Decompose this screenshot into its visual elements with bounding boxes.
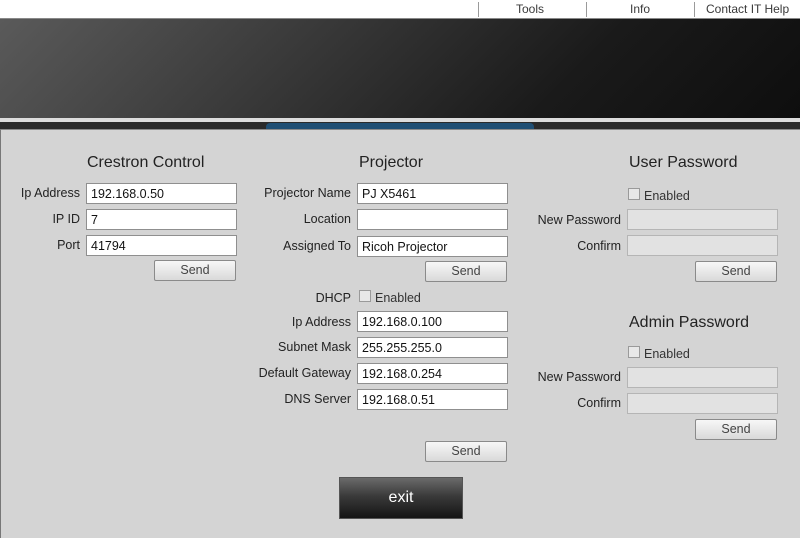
projector-location-input[interactable] [357,209,508,230]
projector-ip-input[interactable] [357,311,508,332]
nav-tools-link[interactable]: Tools [516,2,544,16]
dhcp-label: DHCP [315,291,351,305]
crestron-port-label: Port [57,238,80,252]
nav-info-link[interactable]: Info [630,2,650,16]
crestron-ipid-input[interactable] [86,209,237,230]
admin-new-password-label: New Password [537,370,621,384]
user-password-send-button[interactable]: Send [695,261,777,282]
user-password-enabled-checkbox[interactable] [628,188,640,200]
dhcp-enabled-label: Enabled [375,291,421,305]
dhcp-enabled-checkbox[interactable] [359,290,371,302]
nav-divider [478,2,479,17]
projector-location-label: Location [303,212,351,226]
subnet-mask-label: Subnet Mask [278,340,351,354]
user-confirm-input[interactable] [627,235,778,256]
default-gateway-input[interactable] [357,363,508,384]
nav-contact-it-help-link[interactable]: Contact IT Help [706,2,789,16]
admin-password-enabled-label: Enabled [644,347,690,361]
user-password-enabled-label: Enabled [644,189,690,203]
top-nav [0,0,800,18]
projector-send-button[interactable]: Send [425,261,507,282]
projector-assigned-input[interactable] [357,236,508,257]
admin-confirm-input[interactable] [627,393,778,414]
projector-name-label: Projector Name [264,186,351,200]
admin-new-password-input[interactable] [627,367,778,388]
user-new-password-input[interactable] [627,209,778,230]
nav-divider [586,2,587,17]
crestron-ipid-label: IP ID [52,212,80,226]
dns-server-label: DNS Server [284,392,351,406]
dns-server-input[interactable] [357,389,508,410]
projector-ip-label: Ip Address [291,315,351,329]
exit-button[interactable]: exit [339,477,463,519]
nav-divider [694,2,695,17]
default-gateway-label: Default Gateway [258,366,351,380]
projector-assigned-label: Assigned To [283,239,351,253]
admin-password-heading: Admin Password [629,314,750,331]
user-confirm-label: Confirm [577,239,621,253]
subnet-mask-input[interactable] [357,337,508,358]
crestron-ip-input[interactable] [86,183,237,204]
user-new-password-label: New Password [537,213,621,227]
header-banner [0,18,800,119]
crestron-port-input[interactable] [86,235,237,256]
network-send-button[interactable]: Send [425,441,507,462]
crestron-control-heading: Crestron Control [87,154,205,171]
crestron-ip-label: Ip Address [20,186,80,200]
projector-name-input[interactable] [357,183,508,204]
crestron-send-button[interactable]: Send [154,260,236,281]
projector-heading: Projector [359,154,424,171]
admin-password-send-button[interactable]: Send [695,419,777,440]
user-password-heading: User Password [629,154,738,171]
admin-confirm-label: Confirm [577,396,621,410]
admin-password-enabled-checkbox[interactable] [628,346,640,358]
